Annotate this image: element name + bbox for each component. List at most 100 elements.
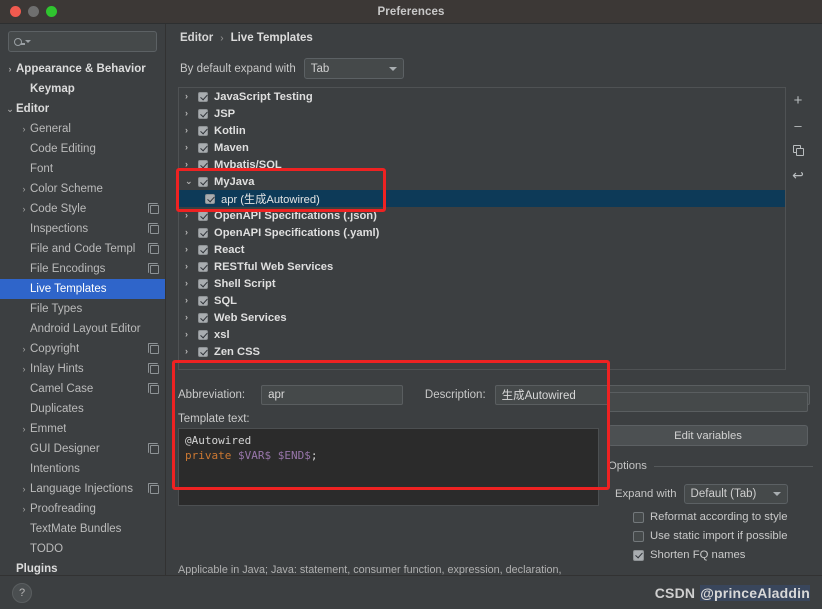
help-button[interactable]: ?	[12, 583, 32, 603]
edit-variables-button[interactable]: Edit variables	[608, 425, 808, 446]
chevron-right-icon[interactable]: ›	[185, 211, 198, 220]
checkbox-checked-icon[interactable]	[198, 227, 208, 238]
template-tree-row[interactable]: › Web Services	[179, 309, 785, 326]
template-tree-row[interactable]: › Maven	[179, 139, 785, 156]
chevron-right-icon[interactable]: ›	[18, 504, 30, 514]
checkbox-unchecked-icon[interactable]	[633, 530, 644, 542]
checkbox-checked-icon[interactable]	[198, 278, 208, 289]
template-tree-row[interactable]: › JSP	[179, 105, 785, 122]
sidebar-item-font[interactable]: Font	[0, 159, 165, 179]
sidebar-item-keymap[interactable]: Keymap	[0, 79, 165, 99]
template-tree-row[interactable]: › JavaScript Testing	[179, 88, 785, 105]
chevron-right-icon[interactable]: ›	[185, 262, 198, 271]
sidebar-item-inspections[interactable]: Inspections	[0, 219, 165, 239]
abbreviation-input[interactable]: apr	[261, 385, 403, 405]
checkbox-checked-icon[interactable]	[198, 210, 208, 221]
template-tree-row[interactable]: apr (生成Autowired)	[179, 190, 785, 207]
add-icon[interactable]	[789, 92, 807, 108]
default-expand-select[interactable]: Tab	[303, 58, 404, 79]
chevron-right-icon[interactable]: ›	[185, 92, 198, 101]
sidebar-item-file-types[interactable]: File Types	[0, 299, 165, 319]
template-tree-row[interactable]: › OpenAPI Specifications (.json)	[179, 207, 785, 224]
checkbox-checked-icon[interactable]	[198, 346, 208, 357]
checkbox-checked-icon[interactable]	[205, 193, 215, 204]
chevron-right-icon[interactable]: ›	[185, 126, 198, 135]
chevron-right-icon[interactable]: ›	[185, 279, 198, 288]
chevron-right-icon[interactable]: ›	[18, 204, 30, 214]
sidebar-item-appearance-behavior[interactable]: › Appearance & Behavior	[0, 59, 165, 79]
chevron-right-icon[interactable]: ›	[18, 364, 30, 374]
sidebar-item-code-style[interactable]: › Code Style	[0, 199, 165, 219]
sidebar-item-editor[interactable]: ⌄ Editor	[0, 99, 165, 119]
checkbox-checked-icon[interactable]	[198, 295, 208, 306]
chevron-right-icon[interactable]: ›	[185, 330, 198, 339]
chevron-right-icon[interactable]: ›	[18, 184, 30, 194]
duplicate-icon[interactable]	[789, 142, 807, 158]
checkbox-checked-icon[interactable]	[198, 176, 208, 187]
template-tree-row[interactable]: › Kotlin	[179, 122, 785, 139]
chevron-right-icon[interactable]: ›	[4, 64, 16, 74]
checkbox-unchecked-icon[interactable]	[633, 511, 644, 523]
sidebar-item-general[interactable]: › General	[0, 119, 165, 139]
sidebar-item-todo[interactable]: TODO	[0, 539, 165, 559]
sidebar-item-color-scheme[interactable]: › Color Scheme	[0, 179, 165, 199]
sidebar-item-intentions[interactable]: Intentions	[0, 459, 165, 479]
template-tree-row[interactable]: › Mybatis/SQL	[179, 156, 785, 173]
breadcrumb-root[interactable]: Editor	[180, 32, 213, 44]
checkbox-checked-icon[interactable]	[198, 125, 208, 136]
sidebar-item-live-templates[interactable]: Live Templates	[0, 279, 165, 299]
sidebar-item-plugins[interactable]: Plugins	[0, 559, 165, 575]
chevron-right-icon[interactable]: ›	[185, 313, 198, 322]
option-checkbox-row[interactable]: Shorten FQ names	[608, 549, 813, 561]
chevron-down-icon[interactable]: ⌄	[185, 177, 198, 186]
search-input[interactable]	[8, 31, 157, 52]
template-text-editor[interactable]: @Autowired private $VAR$ $END$;	[178, 428, 599, 506]
checkbox-checked-icon[interactable]	[198, 159, 208, 170]
variables-field[interactable]	[608, 392, 808, 412]
templates-tree-panel[interactable]: › JavaScript Testing › JSP › Kotlin › Maven › Myb…	[178, 87, 786, 370]
checkbox-checked-icon[interactable]	[198, 91, 208, 102]
option-checkbox-row[interactable]: Reformat according to style	[608, 511, 813, 523]
chevron-right-icon[interactable]: ›	[18, 344, 30, 354]
checkbox-checked-icon[interactable]	[198, 261, 208, 272]
template-tree-row[interactable]: › xsl	[179, 326, 785, 343]
sidebar-item-file-and-code-templ[interactable]: File and Code Templ	[0, 239, 165, 259]
sidebar-item-camel-case[interactable]: Camel Case	[0, 379, 165, 399]
sidebar-item-duplicates[interactable]: Duplicates	[0, 399, 165, 419]
sidebar-item-file-encodings[interactable]: File Encodings	[0, 259, 165, 279]
expand-with-select[interactable]: Default (Tab)	[683, 484, 788, 504]
sidebar-item-proofreading[interactable]: › Proofreading	[0, 499, 165, 519]
revert-icon[interactable]	[789, 167, 807, 183]
chevron-right-icon[interactable]: ›	[18, 124, 30, 134]
chevron-right-icon[interactable]: ›	[185, 143, 198, 152]
template-tree-row[interactable]: › Zen CSS	[179, 343, 785, 360]
chevron-right-icon[interactable]: ›	[18, 424, 30, 434]
sidebar-item-textmate-bundles[interactable]: TextMate Bundles	[0, 519, 165, 539]
chevron-right-icon[interactable]: ›	[185, 109, 198, 118]
chevron-right-icon[interactable]: ›	[185, 160, 198, 169]
template-tree-row[interactable]: › SQL	[179, 292, 785, 309]
checkbox-checked-icon[interactable]	[198, 108, 208, 119]
sidebar-item-android-layout-editor[interactable]: Android Layout Editor	[0, 319, 165, 339]
template-tree-row[interactable]: › RESTful Web Services	[179, 258, 785, 275]
chevron-right-icon[interactable]: ›	[185, 347, 198, 356]
chevron-right-icon[interactable]: ›	[185, 228, 198, 237]
option-checkbox-row[interactable]: Use static import if possible	[608, 530, 813, 542]
template-tree-row[interactable]: › Shell Script	[179, 275, 785, 292]
sidebar-item-code-editing[interactable]: Code Editing	[0, 139, 165, 159]
sidebar-item-gui-designer[interactable]: GUI Designer	[0, 439, 165, 459]
chevron-down-icon[interactable]: ⌄	[4, 104, 16, 114]
sidebar-item-emmet[interactable]: › Emmet	[0, 419, 165, 439]
chevron-right-icon[interactable]: ›	[18, 484, 30, 494]
chevron-right-icon[interactable]: ›	[185, 245, 198, 254]
template-tree-row[interactable]: › OpenAPI Specifications (.yaml)	[179, 224, 785, 241]
chevron-right-icon[interactable]: ›	[185, 296, 198, 305]
checkbox-checked-icon[interactable]	[198, 142, 208, 153]
remove-icon[interactable]	[789, 117, 807, 133]
checkbox-checked-icon[interactable]	[198, 312, 208, 323]
checkbox-checked-icon[interactable]	[198, 329, 208, 340]
sidebar-item-copyright[interactable]: › Copyright	[0, 339, 165, 359]
checkbox-checked-icon[interactable]	[198, 244, 208, 255]
template-tree-row[interactable]: › React	[179, 241, 785, 258]
sidebar-item-language-injections[interactable]: › Language Injections	[0, 479, 165, 499]
